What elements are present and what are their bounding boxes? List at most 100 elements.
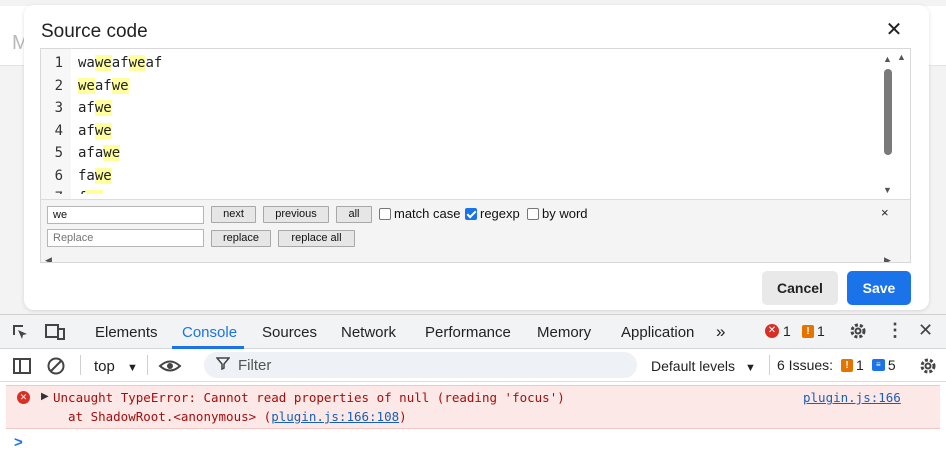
line-number: 4 [54,122,63,139]
by-word-checkbox[interactable]: by word [527,206,588,221]
stack-location-link[interactable]: plugin.js:166:108 [271,409,399,424]
chevron-down-icon: ▼ [127,362,138,374]
editor-vertical-scrollbar[interactable]: ▲ ▼ [881,52,895,197]
warning-count-badge[interactable]: ! 1 [802,323,825,339]
code-line-text: afawe [78,142,121,164]
source-code-dialog: Source code ✕ 1 waweafweaf 2 weafwe 3 afwe 4 af… [24,5,929,310]
by-word-box[interactable] [527,207,539,220]
line-number: 5 [54,145,63,161]
inspect-element-icon[interactable] [10,322,30,347]
search-match-highlight: we [94,100,112,116]
tab-application[interactable]: Application [621,324,694,341]
regexp-checkbox[interactable]: regexp [465,206,520,221]
match-case-label: match case [394,206,461,221]
clear-console-icon[interactable] [46,356,66,381]
code-line[interactable]: 2 weafwe [41,75,881,98]
issues-counter[interactable]: 6 Issues: ! 1 ≡ 5 [777,357,896,373]
dialog-title: Source code [41,21,148,42]
scrollbar-thumb[interactable] [884,69,892,155]
issue-info-icon: ≡ [871,359,885,371]
code-text-segment: af [145,55,163,71]
line-number: 6 [54,167,63,184]
issues-label: 6 Issues: [777,357,834,373]
toolbar-separator [80,355,81,375]
search-replace-panel: next previous all replace replace all ma… [41,199,910,262]
console-prompt-icon[interactable]: > [14,434,23,451]
search-match-highlight: we [78,77,95,94]
replace-all-button[interactable]: replace all [278,230,355,247]
code-line[interactable]: 5 afawe [41,142,881,165]
devtools-panel: Elements Console Sources Network Performance… [0,314,946,457]
default-levels-dropdown[interactable]: Default levels ▼ [651,358,756,374]
line-number: 7 [41,187,63,194]
scroll-right-arrow-icon[interactable]: ▶ [884,255,891,262]
code-line-text: fawe [78,165,112,187]
line-number: 2 [54,77,63,94]
warning-count: 1 [817,323,825,339]
replace-button[interactable]: replace [211,230,271,247]
code-line[interactable]: 7 fwe [41,187,881,194]
issue-warning-icon: ! [841,358,854,372]
scroll-down-arrow-icon[interactable]: ▼ [883,185,892,195]
search-match-highlight: we [111,77,129,94]
console-error-message[interactable]: ✕ ▶ Uncaught TypeError: Cannot read prop… [6,385,940,429]
search-close-icon[interactable]: × [881,205,889,220]
error-stack-line: at ShadowRoot.<anonymous> (plugin.js:166… [68,409,407,424]
code-line-text: weafwe [78,75,129,97]
tab-performance[interactable]: Performance [425,324,511,341]
find-next-button[interactable]: next [211,206,256,223]
search-match-highlight: we [94,55,112,71]
code-text-segment: afa [78,145,104,161]
filter-input[interactable]: Filter [204,352,637,378]
code-line[interactable]: 4 afwe [41,120,881,143]
match-case-checkbox[interactable]: match case [379,206,460,221]
tab-network[interactable]: Network [341,324,396,341]
kebab-menu-icon[interactable]: ⋮ [886,320,904,341]
code-line-text: fwe [78,187,104,194]
cancel-button[interactable]: Cancel [762,271,838,305]
scroll-left-arrow-icon[interactable]: ◀ [45,255,52,262]
code-line[interactable]: 1 waweafweaf [41,52,881,75]
tab-memory[interactable]: Memory [537,324,591,341]
error-count-badge[interactable]: ✕ 1 [765,323,791,339]
toolbar-separator [147,355,148,375]
console-toolbar: top ▼ Filter Default levels ▼ 6 Issues: … [0,350,946,382]
code-line-text: afwe [78,97,112,119]
console-settings-gear-icon[interactable] [918,356,938,381]
stack-suffix: ) [399,409,407,424]
toolbar-separator [769,355,770,375]
code-line[interactable]: 6 fawe [41,165,881,188]
regexp-box[interactable] [465,207,477,220]
find-input[interactable] [47,206,204,224]
sidebar-toggle-icon[interactable] [12,356,32,381]
tab-console[interactable]: Console [182,324,237,341]
tab-sources[interactable]: Sources [262,324,317,341]
match-case-box[interactable] [379,207,391,220]
device-toolbar-icon[interactable] [44,322,66,347]
scroll-up-arrow-icon[interactable]: ▲ [883,54,892,64]
close-icon[interactable]: ✕ [883,19,905,41]
replace-input[interactable] [47,229,204,247]
find-all-button[interactable]: all [336,206,372,223]
expand-triangle-icon[interactable]: ▶ [41,391,49,402]
code-text-segment: af [78,100,95,116]
context-selector[interactable]: top ▼ [94,358,138,375]
eye-icon[interactable] [158,356,182,381]
error-icon: ✕ [17,391,30,404]
tab-elements[interactable]: Elements [95,324,158,341]
code-text-segment: fa [78,167,95,184]
error-text: Uncaught TypeError: Cannot read properti… [53,390,565,405]
code-content[interactable]: 1waweafweaf2weafwe3afwe4afwe5afawe6fawe7… [41,52,881,194]
find-previous-button[interactable]: previous [263,206,329,223]
outer-scroll-up-arrow-icon[interactable]: ▲ [897,52,906,62]
settings-gear-icon[interactable] [848,321,868,346]
more-tabs-icon[interactable]: » [716,322,725,342]
by-word-label: by word [542,206,588,221]
save-button[interactable]: Save [847,271,911,305]
close-devtools-icon[interactable]: ✕ [918,320,933,341]
code-line[interactable]: 3 afwe [41,97,881,120]
code-editor[interactable]: 1waweafweaf2weafwe3afwe4afwe5afawe6fawe7… [40,48,911,263]
active-tab-indicator [172,346,244,349]
error-source-link[interactable]: plugin.js:166 [803,390,901,405]
stack-prefix: at ShadowRoot.<anonymous> ( [68,409,272,424]
